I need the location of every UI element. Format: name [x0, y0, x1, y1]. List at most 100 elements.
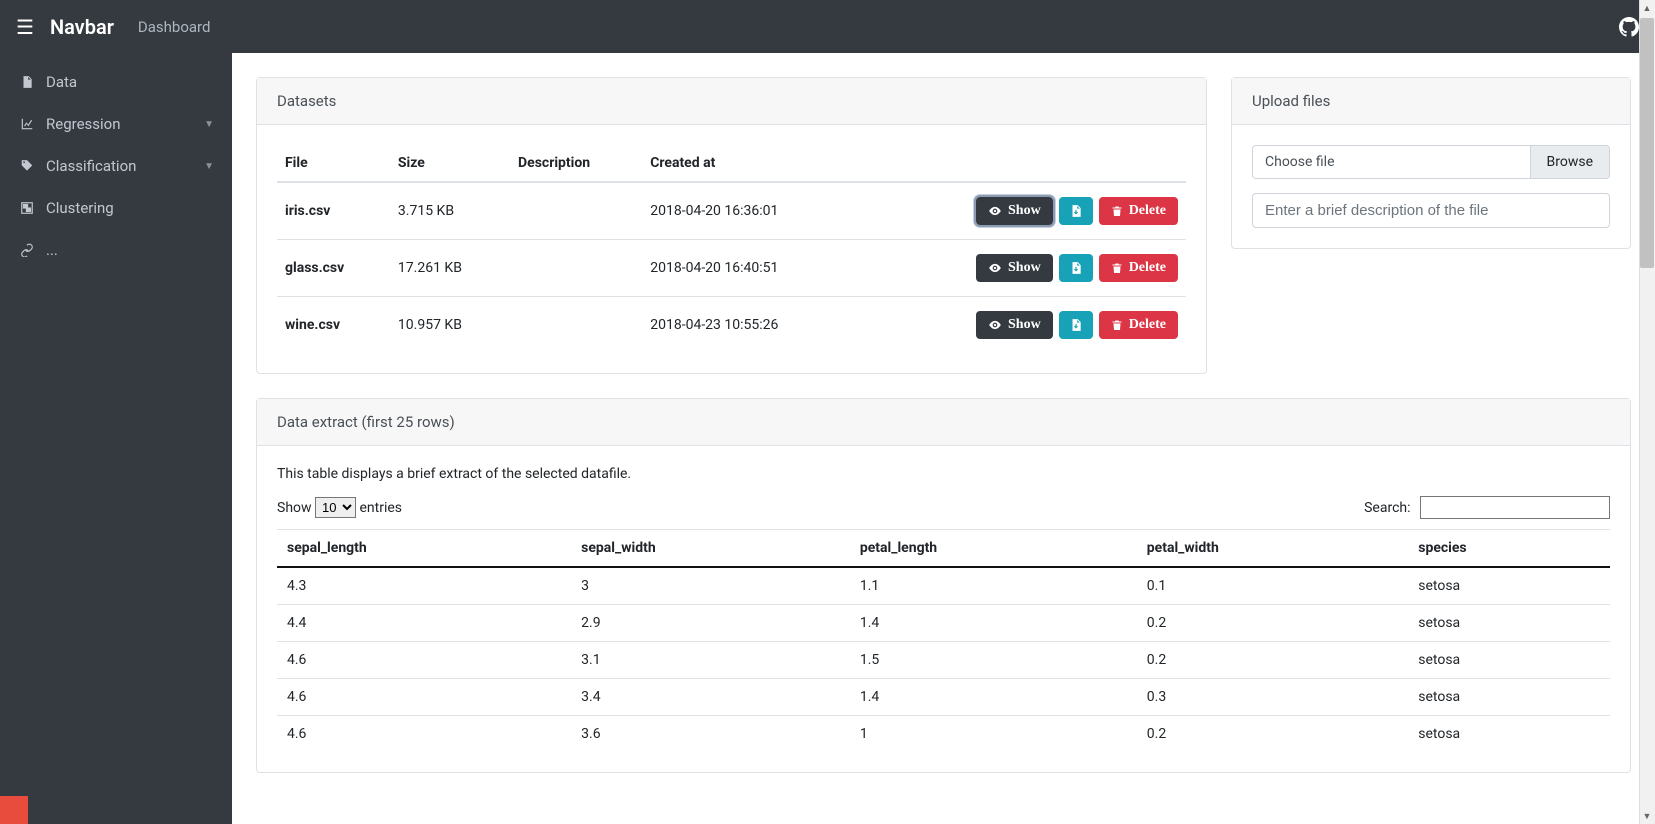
sidebar-item-clustering[interactable]: Clustering: [0, 187, 232, 229]
nav-dashboard-link[interactable]: Dashboard: [138, 18, 211, 36]
file-input[interactable]: Choose file Browse: [1252, 145, 1610, 179]
upload-card-title: Upload files: [1232, 78, 1630, 125]
cell: 4.6: [277, 716, 571, 753]
cell: 3.1: [571, 642, 850, 679]
sidebar-item-regression[interactable]: Regression ▼: [0, 103, 232, 145]
cell-file: iris.csv: [277, 182, 390, 240]
show-button[interactable]: Show: [976, 311, 1053, 339]
cell-created: 2018-04-23 10:55:26: [642, 297, 858, 354]
trash-icon: [1111, 318, 1123, 332]
eye-icon: [988, 204, 1002, 218]
cell: 4.4: [277, 605, 571, 642]
sidebar-item-label: Classification: [46, 157, 204, 175]
main-content: Datasets File Size Description Created a…: [232, 53, 1655, 824]
cell: 3: [571, 567, 850, 605]
extract-card: Data extract (first 25 rows) This table …: [256, 398, 1631, 773]
extract-card-title: Data extract (first 25 rows): [257, 399, 1630, 446]
cell: 0.2: [1137, 716, 1408, 753]
delete-button[interactable]: Delete: [1099, 197, 1178, 225]
scroll-down-icon[interactable]: ▼: [1639, 808, 1655, 824]
cell-description: [510, 297, 642, 354]
table-row: 4.331.10.1setosa: [277, 567, 1610, 605]
delete-button[interactable]: Delete: [1099, 254, 1178, 282]
extract-intro: This table displays a brief extract of t…: [277, 466, 1610, 482]
datasets-table: File Size Description Created at iris.cs…: [277, 145, 1186, 353]
cell: 3.6: [571, 716, 850, 753]
scrollbar[interactable]: ▲ ▼: [1639, 0, 1655, 824]
cell-description: [510, 240, 642, 297]
cell-size: 3.715 KB: [390, 182, 510, 240]
sidebar-item-label: Regression: [46, 115, 204, 133]
cell: setosa: [1408, 567, 1610, 605]
download-button[interactable]: [1059, 254, 1093, 282]
col-file: File: [277, 145, 390, 182]
length-control: Show 10 entries: [277, 497, 402, 518]
sidebar-item-label: Data: [46, 73, 214, 91]
cell: setosa: [1408, 716, 1610, 753]
download-button[interactable]: [1059, 197, 1093, 225]
upload-card: Upload files Choose file Browse: [1231, 77, 1631, 249]
cell-description: [510, 182, 642, 240]
search-input[interactable]: [1420, 496, 1610, 519]
sidebar-item-more[interactable]: ...: [0, 229, 232, 271]
cell: setosa: [1408, 642, 1610, 679]
cell: setosa: [1408, 605, 1610, 642]
table-row: 4.63.41.40.3setosa: [277, 679, 1610, 716]
description-input[interactable]: [1252, 193, 1610, 228]
corner-badge: [0, 796, 28, 824]
eye-icon: [988, 318, 1002, 332]
extract-col[interactable]: petal_width: [1137, 530, 1408, 568]
tags-icon: [18, 159, 36, 173]
extract-col[interactable]: sepal_width: [571, 530, 850, 568]
file-download-icon: [1069, 204, 1083, 218]
table-row: 4.42.91.40.2setosa: [277, 605, 1610, 642]
table-row: 4.63.11.50.2setosa: [277, 642, 1610, 679]
cell: 1.4: [850, 605, 1137, 642]
chevron-down-icon: ▼: [204, 161, 214, 172]
cell-created: 2018-04-20 16:40:51: [642, 240, 858, 297]
extract-table: sepal_lengthsepal_widthpetal_lengthpetal…: [277, 529, 1610, 752]
sidebar-item-label: ...: [46, 241, 214, 259]
sidebar: Data Regression ▼ Classification ▼ Clust…: [0, 53, 232, 824]
github-icon[interactable]: [1619, 17, 1639, 37]
file-input-label: Choose file: [1253, 146, 1530, 178]
cell: 4.6: [277, 642, 571, 679]
cell: 4.6: [277, 679, 571, 716]
scrollbar-thumb[interactable]: [1640, 18, 1654, 268]
hamburger-icon[interactable]: ☰: [16, 15, 34, 39]
link-icon: [18, 243, 36, 257]
extract-col[interactable]: petal_length: [850, 530, 1137, 568]
trash-icon: [1111, 204, 1123, 218]
cell-created: 2018-04-20 16:36:01: [642, 182, 858, 240]
cell-file: glass.csv: [277, 240, 390, 297]
chart-line-icon: [18, 117, 36, 131]
brand[interactable]: Navbar: [50, 15, 114, 39]
delete-button[interactable]: Delete: [1099, 311, 1178, 339]
length-select[interactable]: 10: [315, 497, 356, 518]
extract-col[interactable]: sepal_length: [277, 530, 571, 568]
col-created: Created at: [642, 145, 858, 182]
navbar: ☰ Navbar Dashboard: [0, 0, 1655, 53]
cell: setosa: [1408, 679, 1610, 716]
sidebar-item-data[interactable]: Data: [0, 61, 232, 103]
cell: 3.4: [571, 679, 850, 716]
file-download-icon: [1069, 261, 1083, 275]
trash-icon: [1111, 261, 1123, 275]
scroll-up-icon[interactable]: ▲: [1639, 0, 1655, 16]
cell-file: wine.csv: [277, 297, 390, 354]
extract-col[interactable]: species: [1408, 530, 1610, 568]
cell-size: 17.261 KB: [390, 240, 510, 297]
cell: 4.3: [277, 567, 571, 605]
cell: 1: [850, 716, 1137, 753]
eye-icon: [988, 261, 1002, 275]
cell: 1.5: [850, 642, 1137, 679]
show-button[interactable]: Show: [976, 254, 1053, 282]
show-button[interactable]: Show: [976, 197, 1053, 225]
download-button[interactable]: [1059, 311, 1093, 339]
cell: 2.9: [571, 605, 850, 642]
sidebar-item-classification[interactable]: Classification ▼: [0, 145, 232, 187]
browse-button[interactable]: Browse: [1530, 146, 1609, 178]
sidebar-item-label: Clustering: [46, 199, 214, 217]
table-row: glass.csv17.261 KB 2018-04-20 16:40:51 Sho…: [277, 240, 1186, 297]
search-label: Search:: [1364, 500, 1410, 516]
